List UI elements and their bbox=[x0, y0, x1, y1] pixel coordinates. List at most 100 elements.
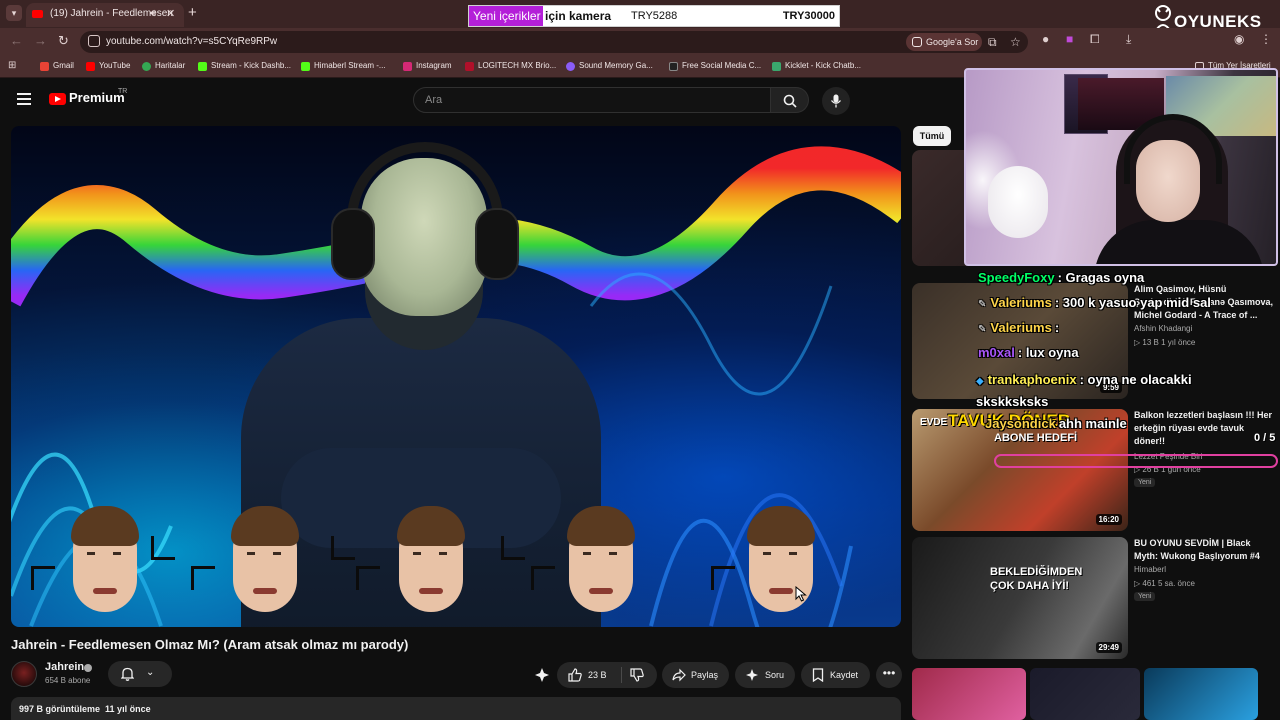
apps-grid-icon[interactable]: ⊞ bbox=[8, 61, 18, 71]
share-button[interactable]: Paylaş bbox=[662, 662, 729, 688]
search-placeholder: Ara bbox=[425, 94, 443, 106]
url-text: youtube.com/watch?v=s5CYqRe9RPw bbox=[106, 36, 278, 47]
recommendation-thumbnail[interactable]: BEKLEDİĞİMDEN ÇOK DAHA İYİ! 29:49 bbox=[912, 537, 1128, 659]
bookmark-himaberl-stream[interactable]: Himaberl Stream -... bbox=[301, 56, 386, 76]
chip-all[interactable]: Tümü bbox=[913, 126, 951, 146]
chat-message: Jaysondick ahh mainle bbox=[985, 416, 1127, 431]
headphones-cup-right bbox=[475, 208, 519, 280]
share-label: Paylaş bbox=[691, 670, 719, 680]
bookmark-label: Instagram bbox=[416, 61, 452, 70]
kick-icon bbox=[301, 62, 310, 71]
reload-icon[interactable]: ↻ bbox=[58, 33, 69, 49]
profile-avatar[interactable]: ◉ bbox=[1234, 32, 1244, 46]
more-actions-icon[interactable]: ••• bbox=[876, 662, 902, 688]
chat-username: SpeedyFoxy bbox=[978, 270, 1055, 285]
thumbnail-small-text: EVDE bbox=[920, 417, 948, 428]
bookmark-star-icon[interactable]: ☆ bbox=[1010, 35, 1021, 49]
recommendation-age: 5 sa. önce bbox=[1157, 579, 1195, 588]
channel-avatar[interactable] bbox=[11, 661, 37, 687]
bookmark-gmail[interactable]: Gmail bbox=[40, 56, 74, 76]
menu-hamburger-icon[interactable] bbox=[17, 93, 31, 105]
chat-username: m0xal bbox=[978, 345, 1015, 360]
tab-search-icon[interactable]: ▾ bbox=[6, 5, 22, 21]
video-player[interactable] bbox=[11, 126, 901, 627]
chat-text: : Gragas oyna bbox=[1057, 270, 1145, 285]
speaker-icon[interactable]: 🔊︎ bbox=[150, 3, 156, 25]
bookmark-sound-memory[interactable]: Sound Memory Ga... bbox=[566, 56, 653, 76]
sponsor-sparkle-icon[interactable] bbox=[534, 667, 550, 683]
chat-text: : bbox=[1054, 320, 1060, 335]
recommendation-channel[interactable]: Himaberl bbox=[1134, 565, 1166, 574]
thumbs-down-icon[interactable] bbox=[630, 668, 644, 682]
new-badge: Yeni bbox=[1134, 478, 1156, 487]
lens-label: Google'a Sor bbox=[926, 37, 979, 47]
install-app-icon[interactable]: ⧉ bbox=[988, 35, 997, 50]
search-icon bbox=[783, 94, 797, 108]
search-button[interactable] bbox=[771, 87, 809, 113]
kick-icon bbox=[198, 62, 207, 71]
share-arrow-icon bbox=[672, 668, 686, 682]
bookmark-label: Kicklet - Kick Chatb... bbox=[785, 61, 862, 70]
bookmark-logitech[interactable]: LOGITECH MX Brio... bbox=[465, 56, 556, 76]
back-arrow-icon[interactable]: ← bbox=[10, 33, 23, 48]
bookmark-kicklet[interactable]: Kicklet - Kick Chatb... bbox=[772, 56, 861, 76]
bookmark-label: Stream - Kick Dashb... bbox=[211, 61, 292, 70]
search-input[interactable]: Ara bbox=[413, 87, 771, 113]
recommendation-title[interactable]: BU OYUNU SEVDİM | Black Myth: Wukong Baş… bbox=[1134, 537, 1274, 563]
extension-icon[interactable]: ● bbox=[1042, 32, 1049, 46]
recommendation-thumbnail[interactable] bbox=[1030, 668, 1140, 720]
chat-message: ✎ Valeriums: 300 k yasuo yap mid sal bbox=[978, 295, 1211, 310]
google-lens-button[interactable]: Google'a Sor bbox=[906, 33, 982, 51]
chat-username: trankaphoenix bbox=[987, 372, 1077, 387]
site-info-icon[interactable] bbox=[88, 35, 100, 47]
extension-twitch-icon[interactable]: ■ bbox=[1066, 32, 1073, 46]
new-tab-icon[interactable]: + bbox=[188, 4, 197, 21]
ask-label: Soru bbox=[765, 670, 785, 680]
mouse-cursor-icon bbox=[795, 586, 807, 602]
ask-button[interactable]: Soru bbox=[735, 662, 795, 688]
recommendation-thumbnail[interactable] bbox=[912, 668, 1026, 720]
play-icon: ▷ bbox=[1134, 579, 1141, 588]
youtube-premium-label[interactable]: Premium bbox=[69, 90, 125, 105]
donation-current-amount: TRY5288 bbox=[631, 10, 678, 22]
recommendation-thumbnail[interactable] bbox=[1144, 668, 1258, 720]
bookmark-label: Haritalar bbox=[155, 61, 186, 70]
decor-bracket bbox=[331, 536, 355, 560]
chat-badge-icon: ✎ bbox=[978, 324, 987, 335]
extensions-puzzle-icon[interactable]: ⧠ bbox=[1090, 32, 1100, 47]
browser-address-bar: ← → ↻ youtube.com/watch?v=s5CYqRe9RPw Go… bbox=[0, 28, 1280, 56]
sound-memory-icon bbox=[566, 62, 575, 71]
youtube-logo-icon[interactable] bbox=[49, 93, 66, 105]
notifications-button[interactable]: ⌄ bbox=[108, 661, 172, 687]
voice-search-button[interactable] bbox=[822, 87, 850, 115]
chat-text: ahh mainle bbox=[1058, 416, 1127, 431]
play-icon: ▷ bbox=[1134, 338, 1141, 347]
channel-name[interactable]: Jahrein bbox=[45, 661, 84, 673]
chat-badge-icon: ◆ bbox=[976, 376, 984, 387]
description-box[interactable]: 997 B görüntüleme 11 yıl önce bbox=[11, 697, 901, 720]
bookmark-kick-dashboard[interactable]: Stream - Kick Dashb... bbox=[198, 56, 291, 76]
kappa-emote bbox=[67, 506, 143, 614]
bookmark-maps[interactable]: Haritalar bbox=[142, 56, 185, 76]
download-icon[interactable]: ⤓ bbox=[1126, 32, 1131, 47]
thumbs-up-icon[interactable] bbox=[568, 668, 582, 682]
close-tab-icon[interactable]: ✕ bbox=[166, 3, 175, 25]
url-field[interactable]: youtube.com/watch?v=s5CYqRe9RPw Google'a… bbox=[80, 31, 1028, 53]
chat-text: : lux oyna bbox=[1017, 345, 1079, 360]
youtube-header: Premium TR Ara bbox=[0, 78, 960, 122]
bookmark-youtube[interactable]: YouTube bbox=[86, 56, 130, 76]
browser-tab-active[interactable]: (19) Jahrein - Feedlemesen 🔊︎ ✕ bbox=[26, 3, 184, 27]
bookmark-free-social-media[interactable]: Free Social Media C... bbox=[669, 56, 761, 76]
browser-menu-icon[interactable]: ⋮ bbox=[1260, 32, 1272, 46]
gmail-icon bbox=[40, 62, 49, 71]
donation-new-content-label: Yeni içerikler bbox=[469, 6, 543, 26]
forward-arrow-icon[interactable]: → bbox=[34, 33, 47, 48]
like-count[interactable]: 23 B bbox=[588, 662, 607, 688]
bookmark-instagram[interactable]: Instagram bbox=[403, 56, 452, 76]
recommendation-meta: ▷ 461 5 sa. önce bbox=[1134, 579, 1195, 588]
recommendation-channel[interactable]: Afshin Khadangi bbox=[1134, 324, 1192, 333]
recommendation-views: 461 bbox=[1142, 579, 1156, 588]
save-button[interactable]: Kaydet bbox=[801, 662, 870, 688]
recommendation-title[interactable]: Balkon lezzetleri başlasın !!! Her erkeğ… bbox=[1134, 409, 1274, 448]
view-count: 997 B görüntüleme bbox=[19, 704, 101, 714]
